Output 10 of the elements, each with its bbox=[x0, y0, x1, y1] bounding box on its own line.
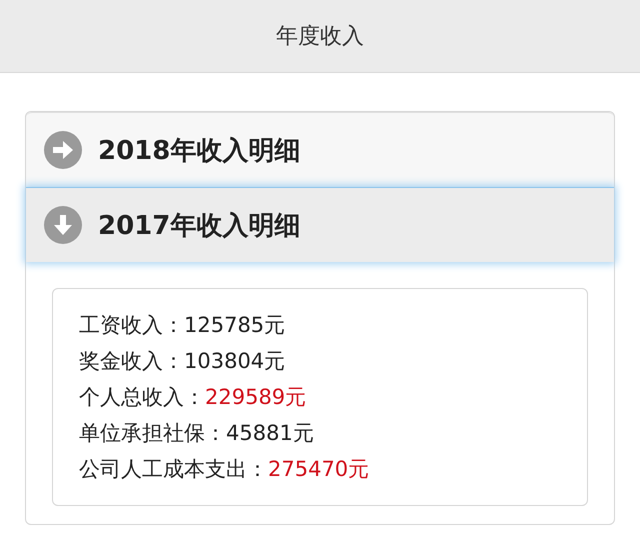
detail-line: 公司人工成本支出：275470元 bbox=[79, 456, 370, 483]
arrow-right-icon bbox=[44, 131, 82, 169]
detail-line: 奖金收入：103804元 bbox=[79, 348, 286, 375]
accordion-header[interactable]: 2017年收入明细 bbox=[26, 187, 614, 262]
arrow-down-icon bbox=[44, 206, 82, 244]
detail-line: 单位承担社保：45881元 bbox=[79, 420, 315, 447]
detail-line: 工资收入：125785元 bbox=[79, 312, 286, 339]
accordion-header[interactable]: 2018年收入明细 bbox=[26, 112, 614, 187]
detail-line: 个人总收入：229589元 bbox=[79, 384, 308, 411]
page-title: 年度收入 bbox=[276, 23, 364, 51]
